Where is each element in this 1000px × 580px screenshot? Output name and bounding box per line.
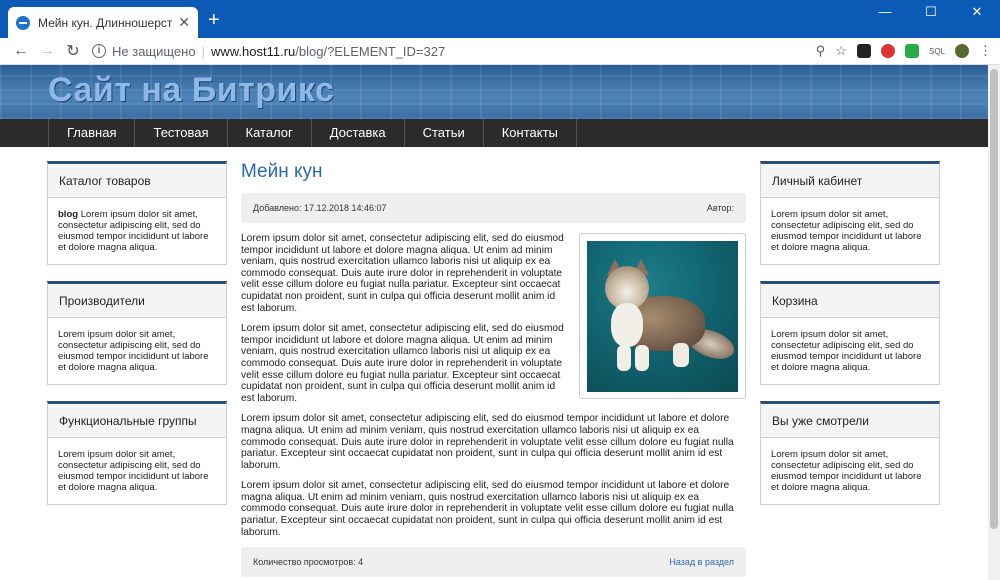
extension-badge-icon[interactable] [880,44,895,58]
tab-close-icon[interactable]: ✕ [178,14,190,31]
menu-item-contacts[interactable]: Контакты [482,119,577,147]
forward-button[interactable]: → [34,42,60,60]
maine-coon-image [587,241,738,392]
sidebar-box-recently-viewed: Вы уже смотрели Lorem ipsum dolor sit am… [760,401,940,505]
top-menu: Главная Тестовая Каталог Доставка Статьи… [0,119,1000,147]
sidebar-box-cart: Корзина Lorem ipsum dolor sit amet, cons… [760,281,940,385]
menu-item-articles[interactable]: Статьи [403,119,483,147]
not-secure-label: Не защищено [112,43,196,59]
url-path: /blog/?ELEMENT_ID=327 [295,43,446,59]
browser-toolbar: ← → ↻ i Не защищено | www.host11.ru/blog… [0,38,1000,65]
menu-item-catalog[interactable]: Каталог [226,119,311,147]
box-text: Lorem ipsum dolor sit amet, consectetur … [771,329,922,373]
box-title: Личный кабинет [761,164,939,198]
site-favicon-icon [16,15,30,30]
article-meta: Добавлено: 17.12.2018 14:46:07 Автор: [241,193,746,223]
box-text: Lorem ipsum dolor sit amet, consectetur … [58,449,209,493]
sidebar-box-manufacturers: Производители Lorem ipsum dolor sit amet… [47,281,227,385]
scrollbar-thumb[interactable] [990,69,998,529]
zoom-icon[interactable]: ⚲ [816,43,826,59]
extension-stack-icon[interactable] [904,44,919,58]
window-controls: — ☐ ✕ [862,0,1000,24]
back-button[interactable]: ← [8,42,34,60]
menu-item-test[interactable]: Тестовая [134,119,226,147]
site-title[interactable]: Сайт на Битрикс [48,71,334,110]
new-tab-button[interactable]: + [208,10,220,30]
box-text: Lorem ipsum dolor sit amet, consectetur … [58,329,209,373]
main-content: Мейн кун Добавлено: 17.12.2018 14:46:07 … [241,161,746,578]
site-banner: Сайт на Битрикс [0,65,1000,119]
close-window-button[interactable]: ✕ [954,0,1000,24]
sidebar-box-personal-account: Личный кабинет Lorem ipsum dolor sit ame… [760,161,940,265]
browser-titlebar: Мейн кун. Длинношерстные. С ✕ + — ☐ ✕ [0,0,1000,38]
box-title: Каталог товаров [48,164,226,198]
maximize-button[interactable]: ☐ [908,0,954,24]
right-sidebar: Личный кабинет Lorem ipsum dolor sit ame… [760,161,940,521]
toolbar-icons: ⚲ ☆ SQL ⋮ [816,43,992,59]
author-label: Автор: [706,203,734,213]
article-footer: Количество просмотров: 4 Назад в раздел [241,547,746,578]
box-paragraph: Lorem ipsum dolor sit amet, consectetur … [58,209,209,253]
sidebar-box-catalog: Каталог товаров blog Lorem ipsum dolor s… [47,161,227,265]
reload-button[interactable]: ↻ [60,41,86,61]
page-scrollbar[interactable] [988,65,1000,580]
cat-photo[interactable] [579,233,746,399]
box-title: Производители [48,284,226,318]
box-title: Функциональные группы [48,404,226,438]
extension-glasses-icon[interactable] [856,44,871,58]
browser-menu-icon[interactable]: ⋮ [979,43,992,59]
info-icon[interactable]: i [92,44,106,58]
extension-sql-icon[interactable]: SQL [929,47,945,56]
article-paragraph: Lorem ipsum dolor sit amet, consectetur … [241,480,734,538]
box-bold-word: blog [58,209,79,220]
url-separator: | [201,43,205,59]
box-title: Вы уже смотрели [761,404,939,438]
box-text: Lorem ipsum dolor sit amet, consectetur … [771,209,922,253]
article-title: Мейн кун [241,161,323,182]
date-added: Добавлено: 17.12.2018 14:46:07 [253,203,387,213]
profile-avatar[interactable] [955,44,969,58]
menu-item-home[interactable]: Главная [48,119,134,147]
article-paragraph: Lorem ipsum dolor sit amet, consectetur … [241,413,734,471]
left-sidebar: Каталог товаров blog Lorem ipsum dolor s… [47,161,227,521]
view-count: Количество просмотров: 4 [253,557,364,568]
bookmark-star-icon[interactable]: ☆ [835,43,847,59]
web-page: Сайт на Битрикс Главная Тестовая Каталог… [0,65,1000,580]
minimize-button[interactable]: — [862,0,908,24]
menu-item-delivery[interactable]: Доставка [310,119,404,147]
tab-title: Мейн кун. Длинношерстные. С [38,15,173,30]
box-text: blog Lorem ipsum dolor sit amet, consect… [48,198,226,264]
back-to-section-link[interactable]: Назад в раздел [669,557,734,567]
sidebar-box-functional-groups: Функциональные группы Lorem ipsum dolor … [47,401,227,505]
box-text: Lorem ipsum dolor sit amet, consectetur … [771,449,922,493]
box-title: Корзина [761,284,939,318]
article-body: Lorem ipsum dolor sit amet, consectetur … [241,233,746,538]
address-bar[interactable]: i Не защищено | www.host11.ru/blog/?ELEM… [92,40,810,63]
url-host: www.host11.ru [210,43,296,59]
browser-tab[interactable]: Мейн кун. Длинношерстные. С ✕ [8,7,198,38]
